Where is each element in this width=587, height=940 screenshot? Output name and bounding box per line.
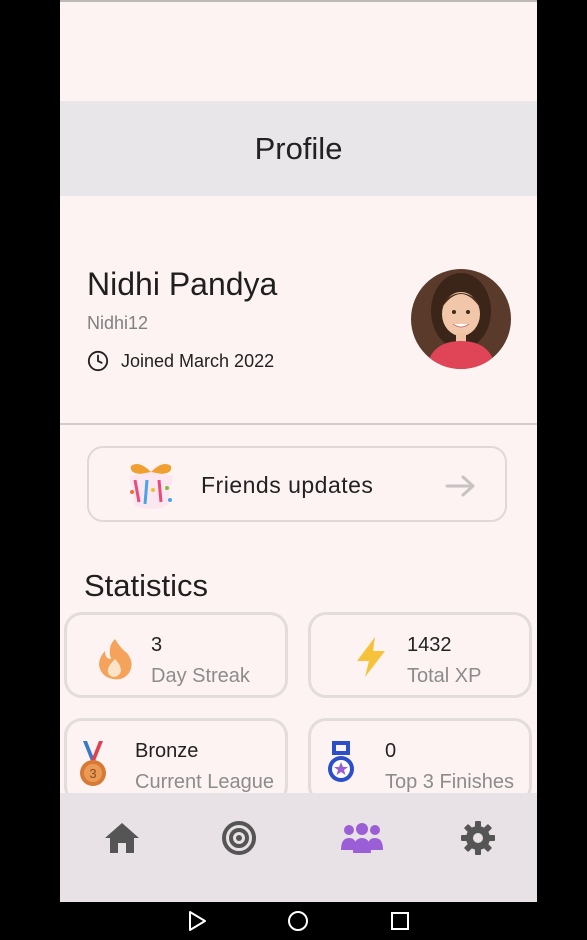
home-icon bbox=[105, 823, 139, 853]
stat-label: Total XP bbox=[407, 665, 482, 687]
avatar[interactable] bbox=[411, 269, 511, 369]
stat-card-league[interactable]: 3 Bronze Current League bbox=[64, 718, 288, 804]
settings-icon bbox=[461, 821, 495, 855]
nav-community[interactable] bbox=[337, 813, 387, 863]
stat-value: Bronze bbox=[135, 740, 199, 762]
friends-updates-label: Friends updates bbox=[201, 472, 374, 498]
medal-star-icon bbox=[328, 741, 354, 782]
lightning-icon bbox=[357, 637, 385, 677]
svg-text:3: 3 bbox=[89, 766, 96, 781]
app-bar: Profile bbox=[60, 101, 537, 196]
home-circle-icon[interactable] bbox=[287, 910, 309, 932]
stat-value: 1432 bbox=[407, 634, 452, 656]
stat-label: Day Streak bbox=[151, 665, 250, 687]
nav-target[interactable] bbox=[214, 813, 264, 863]
recents-icon[interactable] bbox=[389, 910, 411, 932]
gift-icon bbox=[129, 464, 173, 509]
stat-value: 3 bbox=[151, 634, 163, 656]
page-title: Profile bbox=[254, 130, 343, 166]
stat-value: 0 bbox=[385, 740, 397, 762]
flame-icon bbox=[99, 639, 132, 680]
clock-icon bbox=[87, 350, 109, 372]
nav-settings[interactable] bbox=[453, 813, 503, 863]
joined-row: Joined March 2022 bbox=[87, 350, 274, 372]
stat-card-day-streak[interactable]: 3 Day Streak bbox=[64, 612, 288, 698]
target-icon bbox=[222, 821, 256, 855]
group-icon bbox=[341, 823, 383, 853]
stat-card-top3[interactable]: 0 Top 3 Finishes bbox=[308, 718, 532, 804]
stat-card-total-xp[interactable]: 1432 Total XP bbox=[308, 612, 532, 698]
profile-name: Nidhi Pandya bbox=[87, 266, 278, 302]
stat-label: Current League bbox=[135, 771, 274, 793]
joined-text: Joined March 2022 bbox=[121, 350, 275, 371]
friends-updates-button[interactable]: Friends updates bbox=[87, 446, 507, 522]
system-navigation-bar bbox=[0, 902, 587, 940]
statistics-title: Statistics bbox=[84, 568, 209, 603]
arrow-right-icon bbox=[445, 475, 475, 497]
phone-screen: Profile Nidhi Pandya Nidhi12 Joined Marc… bbox=[60, 0, 537, 902]
bronze-medal-icon: 3 bbox=[80, 741, 106, 786]
profile-username: Nidhi12 bbox=[87, 313, 149, 333]
profile-divider bbox=[60, 423, 537, 425]
nav-home[interactable] bbox=[97, 813, 147, 863]
status-divider bbox=[60, 0, 537, 2]
stat-label: Top 3 Finishes bbox=[385, 771, 514, 793]
bottom-navigation bbox=[60, 793, 537, 902]
back-icon[interactable] bbox=[186, 910, 208, 932]
